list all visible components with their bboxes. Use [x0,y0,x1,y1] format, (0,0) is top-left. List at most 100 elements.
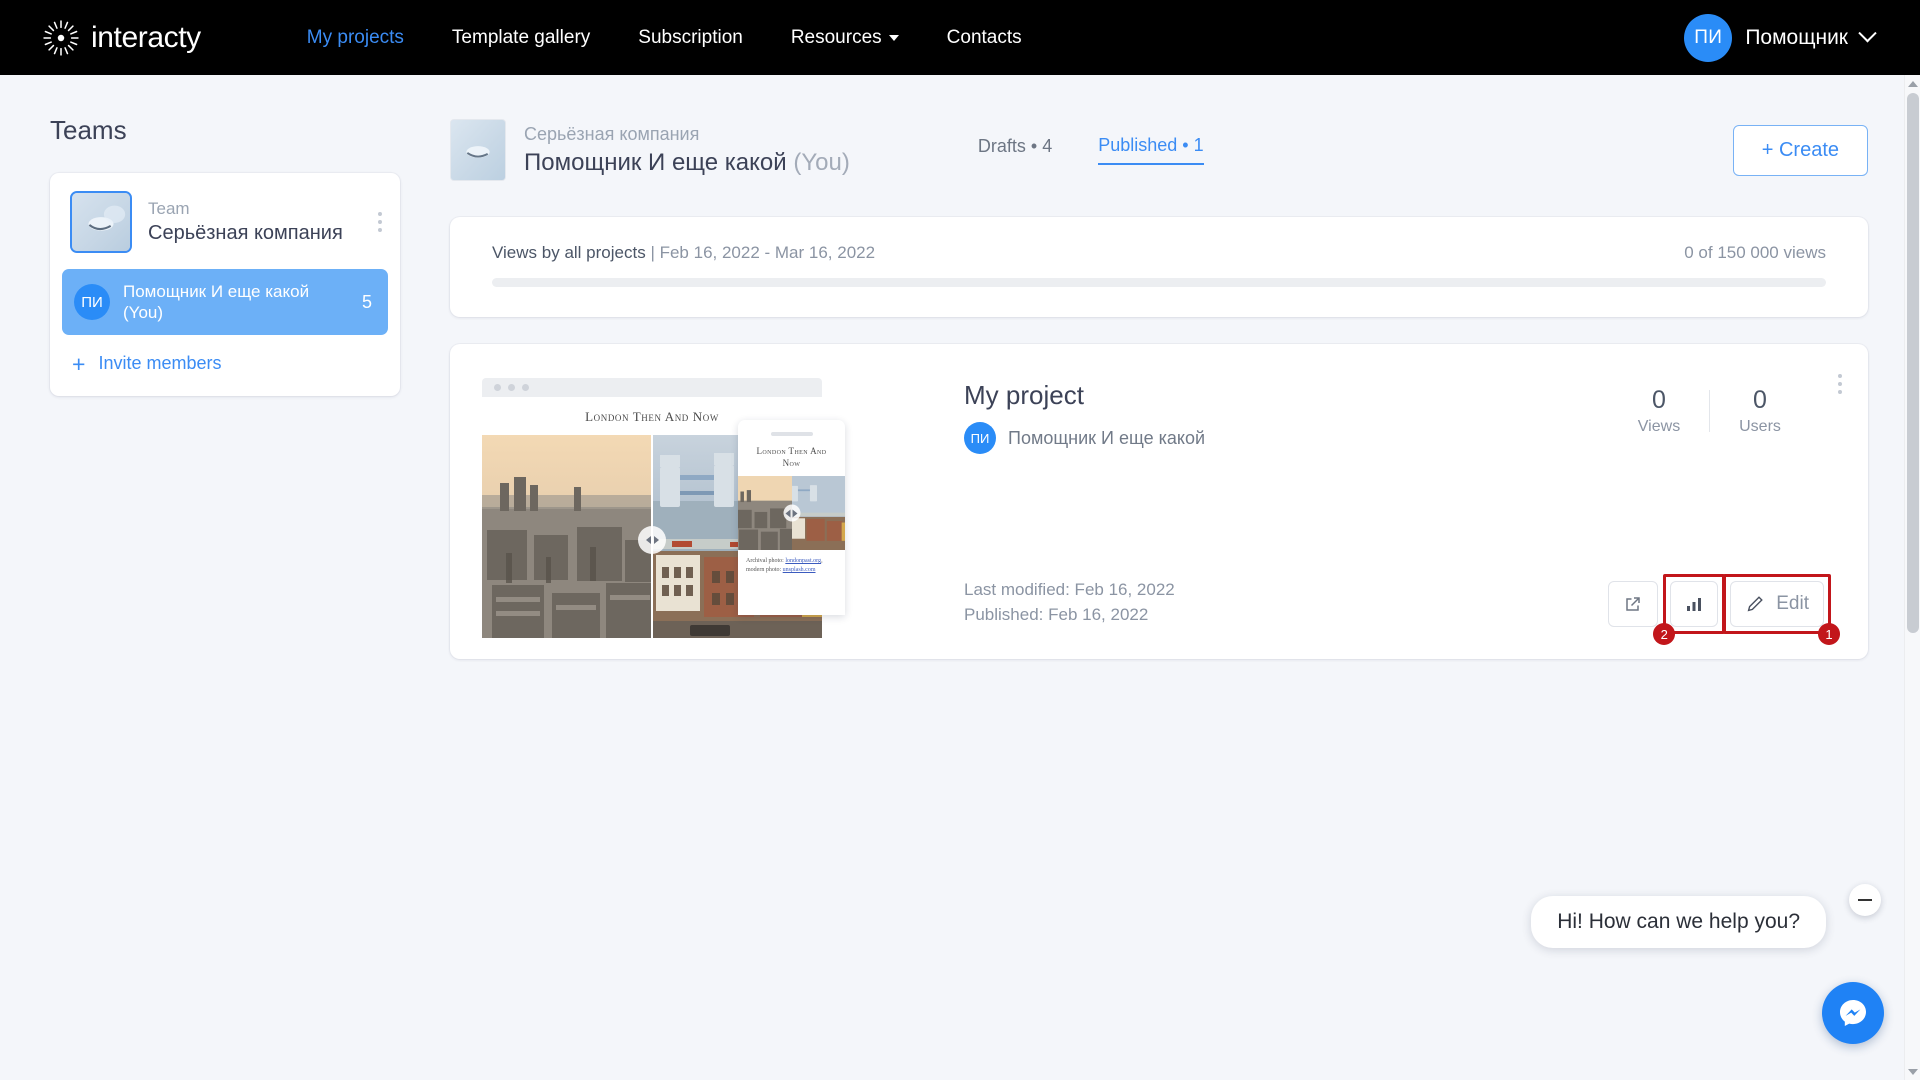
nav-label: Subscription [638,26,743,48]
project-title[interactable]: My project [964,378,1205,412]
views-title-separator: | [650,243,655,262]
tab-label: Published [1098,135,1178,155]
views-progress-bar [492,278,1826,287]
team-row[interactable]: Team Серьёзная компания [50,191,400,253]
teams-title: Teams [50,115,127,145]
team-meta: Team Серьёзная компания [148,198,374,246]
create-button[interactable]: + Create [1732,124,1868,176]
team-thumbnail-image [72,193,130,251]
tab-count: 4 [1042,136,1053,156]
nav-item-resources[interactable]: Resources [767,27,923,49]
avatar: ПИ [1684,13,1733,62]
chat-minimize-button[interactable] [1849,884,1881,916]
tab-drafts[interactable]: Drafts • 4 [978,136,1052,164]
comparison-before-image [482,435,652,638]
team-thumbnail [450,119,506,181]
plus-icon: + [72,350,86,377]
project-preview[interactable]: London Then And Now London Then And Now … [450,344,930,659]
views-panel-row: Views by all projects | Feb 16, 2022 - M… [492,243,1826,263]
user-menu[interactable]: ПИ Помощник [1684,13,1877,62]
edit-button[interactable]: Edit [1730,581,1824,627]
project-dates: Last modified: Feb 16, 2022 Published: F… [964,577,1175,627]
chat-widget: Hi! How can we help you? [1531,884,1884,1044]
invite-members-button[interactable]: + Invite members [50,335,400,384]
phone-before-after [738,476,845,550]
nav-label: Resources [790,26,882,48]
project-stats: 0 Views 0 Users [1609,378,1810,438]
nav-label: Template gallery [451,26,591,48]
phone-slider-knob[interactable] [783,504,800,522]
team-name: Серьёзная компания [148,222,343,244]
page-scrollbar[interactable] [1904,75,1920,1080]
highlight-badge-1: 1 [1818,623,1840,645]
tab-published[interactable]: Published • 1 [1098,135,1204,165]
teams-card: Team Серьёзная компания ПИ Помощник И ещ… [50,173,400,396]
external-link-icon [1626,597,1640,611]
project-header: Серьёзная компания Помощник И еще какой … [450,115,1868,185]
sunburst-logo-icon [43,19,79,56]
scrollbar-up-arrow[interactable] [1905,75,1920,92]
chevron-down-icon [1908,1068,1918,1075]
chevron-left-icon [645,536,651,544]
kebab-menu-icon[interactable] [374,206,386,238]
invite-members-label: Invite members [98,353,222,373]
tab-count: 1 [1193,135,1204,155]
top-navigation-bar: interacty My projects Template gallery S… [0,0,1920,75]
avatar: ПИ [964,422,996,454]
scrollbar-thumb[interactable] [1907,93,1919,633]
chevron-left-icon [785,509,791,517]
project-card: London Then And Now London Then And Now … [450,344,1868,659]
main-nav: My projects Template gallery Subscriptio… [283,27,1046,49]
tab-separator: • [1182,135,1189,155]
sidebar-member-item[interactable]: ПИ Помощник И еще какой (You) 5 [62,269,388,335]
project-details-bottom: Last modified: Feb 16, 2022 Published: F… [964,574,1868,659]
comparison-slider-knob[interactable] [638,526,666,554]
nav-item-subscription[interactable]: Subscription [614,27,767,49]
scrollbar-down-arrow[interactable] [1905,1063,1920,1080]
views-title-text: Views by all projects [492,243,646,262]
statistics-button-highlight: 2 [1653,574,1726,645]
published-text: Published: Feb 16, 2022 [964,605,1149,624]
stat-value: 0 [1652,386,1666,414]
bar-chart-icon [1687,598,1702,611]
nav-item-contacts[interactable]: Contacts [923,27,1046,49]
brand-name: interacty [91,20,201,54]
user-name: Помощник [1745,25,1848,49]
caption-link-2[interactable]: unsplash.com [783,567,816,573]
project-header-meta: Серьёзная компания Помощник И еще какой … [524,122,850,179]
stat-views: 0 Views [1609,384,1709,438]
team-label: Team [148,199,190,218]
stat-value: 0 [1753,386,1767,414]
nav-item-my-projects[interactable]: My projects [283,27,428,49]
kebab-menu-icon[interactable] [1834,368,1846,400]
comparison-slider-handle[interactable] [638,435,666,638]
views-counter: 0 of 150 000 views [1684,243,1826,262]
statistics-button[interactable] [1670,581,1719,627]
tab-separator: • [1030,136,1038,156]
browser-titlebar [482,378,822,397]
project-header-you: (You) [793,148,850,176]
phone-preview-title: London Then And Now [756,446,827,468]
project-owner-name: Помощник И еще какой [1008,427,1206,448]
project-owner: ПИ Помощник И еще какой [964,422,1205,454]
project-filter-tabs: Drafts • 4 Published • 1 [978,135,1204,165]
open-external-button[interactable] [1608,581,1659,627]
member-name: Помощник И еще какой (You) [123,282,310,322]
nav-label: Contacts [946,26,1022,48]
browser-dot [522,384,529,391]
project-details: My project ПИ Помощник И еще какой 0 Vie… [930,344,1868,659]
chevron-right-icon [653,536,659,544]
edit-button-highlight: Edit 1 [1723,574,1840,645]
project-header-user-name: Помощник И еще какой [524,148,787,176]
project-header-team: Серьёзная компания [524,123,700,144]
nav-item-template-gallery[interactable]: Template gallery [428,27,614,49]
chevron-right-icon [792,509,798,517]
brand-logo-link[interactable]: interacty [42,19,201,57]
caption-link-1[interactable]: londonpast.org [785,558,821,564]
highlight-badge-2: 2 [1653,623,1676,645]
messenger-icon [1840,1000,1866,1026]
member-project-count: 5 [361,291,372,312]
browser-dot [508,384,515,391]
project-identity: My project ПИ Помощник И еще какой [964,378,1205,454]
messenger-chat-button[interactable] [1822,982,1884,1044]
